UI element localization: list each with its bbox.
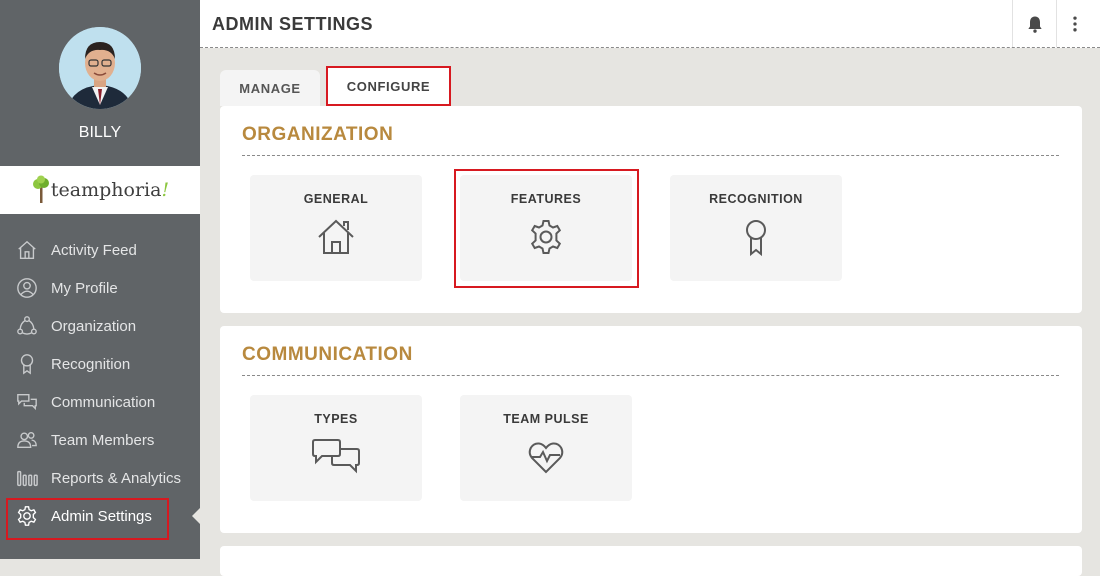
tile-label: RECOGNITION (709, 192, 803, 206)
next-section (220, 546, 1082, 576)
header-divider (1056, 0, 1057, 47)
sidebar: BILLY teamphoria! Activity Feed My Profi… (0, 0, 200, 559)
avatar[interactable] (59, 27, 141, 109)
highlight-box (454, 169, 639, 288)
sidebar-item-label: Reports & Analytics (51, 469, 182, 487)
sidebar-item-my-profile[interactable]: My Profile (0, 269, 200, 307)
bar-chart-icon (17, 470, 38, 487)
tile-recognition[interactable]: RECOGNITION (670, 175, 842, 281)
chat-icon (17, 393, 37, 411)
header: ADMIN SETTINGS (200, 0, 1100, 48)
ribbon-icon (20, 354, 34, 375)
sidebar-item-activity-feed[interactable]: Activity Feed (0, 231, 200, 269)
page-title: ADMIN SETTINGS (212, 14, 374, 34)
tile-general[interactable]: GENERAL (250, 175, 422, 281)
more-vertical-icon[interactable] (1065, 14, 1085, 34)
brand-logo[interactable]: teamphoria! (0, 166, 200, 214)
sidebar-item-label: Activity Feed (51, 241, 137, 259)
sidebar-nav: Activity Feed My Profile Organization Re… (0, 231, 200, 540)
home-icon (18, 240, 36, 259)
sidebar-item-label: My Profile (51, 279, 118, 297)
chat-bubbles-icon (312, 439, 360, 474)
sidebar-item-admin-settings[interactable]: Admin Settings (0, 497, 200, 540)
sidebar-item-label: Communication (51, 393, 156, 411)
organization-icon (17, 316, 37, 335)
sidebar-item-recognition[interactable]: Recognition (0, 345, 200, 383)
avatar-photo (59, 27, 141, 109)
sidebar-item-label: Recognition (51, 355, 131, 373)
organization-section: ORGANIZATION GENERAL FEATURES RECOGNITIO… (220, 106, 1082, 313)
bell-icon[interactable] (1025, 14, 1045, 34)
ribbon-icon (746, 220, 766, 257)
brand-suffix: ! (161, 179, 170, 201)
highlight-box (6, 498, 169, 540)
sidebar-item-team-members[interactable]: Team Members (0, 421, 200, 459)
tile-types[interactable]: TYPES (250, 395, 422, 501)
sidebar-item-label: Team Members (51, 431, 155, 449)
tile-label: TYPES (314, 412, 358, 426)
header-divider (1012, 0, 1013, 47)
username: BILLY (78, 124, 122, 141)
sidebar-item-communication[interactable]: Communication (0, 383, 200, 421)
tab-configure[interactable]: CONFIGURE (326, 66, 451, 106)
user-circle-icon (17, 278, 37, 298)
users-icon (17, 431, 37, 449)
sidebar-item-reports-analytics[interactable]: Reports & Analytics (0, 459, 200, 497)
active-pointer (192, 508, 200, 524)
heart-pulse-icon (528, 442, 564, 474)
brand-name: teamphoria (50, 179, 162, 201)
tile-label: GENERAL (303, 192, 369, 206)
house-icon (318, 219, 354, 254)
tile-team-pulse[interactable]: TEAM PULSE (460, 395, 632, 501)
section-title: ORGANIZATION (242, 124, 394, 145)
communication-section: COMMUNICATION TYPES TEAM PULSE (220, 326, 1082, 533)
tile-label: TEAM PULSE (503, 412, 589, 426)
sidebar-item-organization[interactable]: Organization (0, 307, 200, 345)
section-title: COMMUNICATION (242, 344, 413, 365)
divider (242, 155, 1059, 156)
divider (242, 375, 1059, 376)
sidebar-item-label: Organization (51, 317, 137, 335)
tree-icon (32, 175, 49, 203)
tab-manage[interactable]: MANAGE (220, 70, 320, 106)
